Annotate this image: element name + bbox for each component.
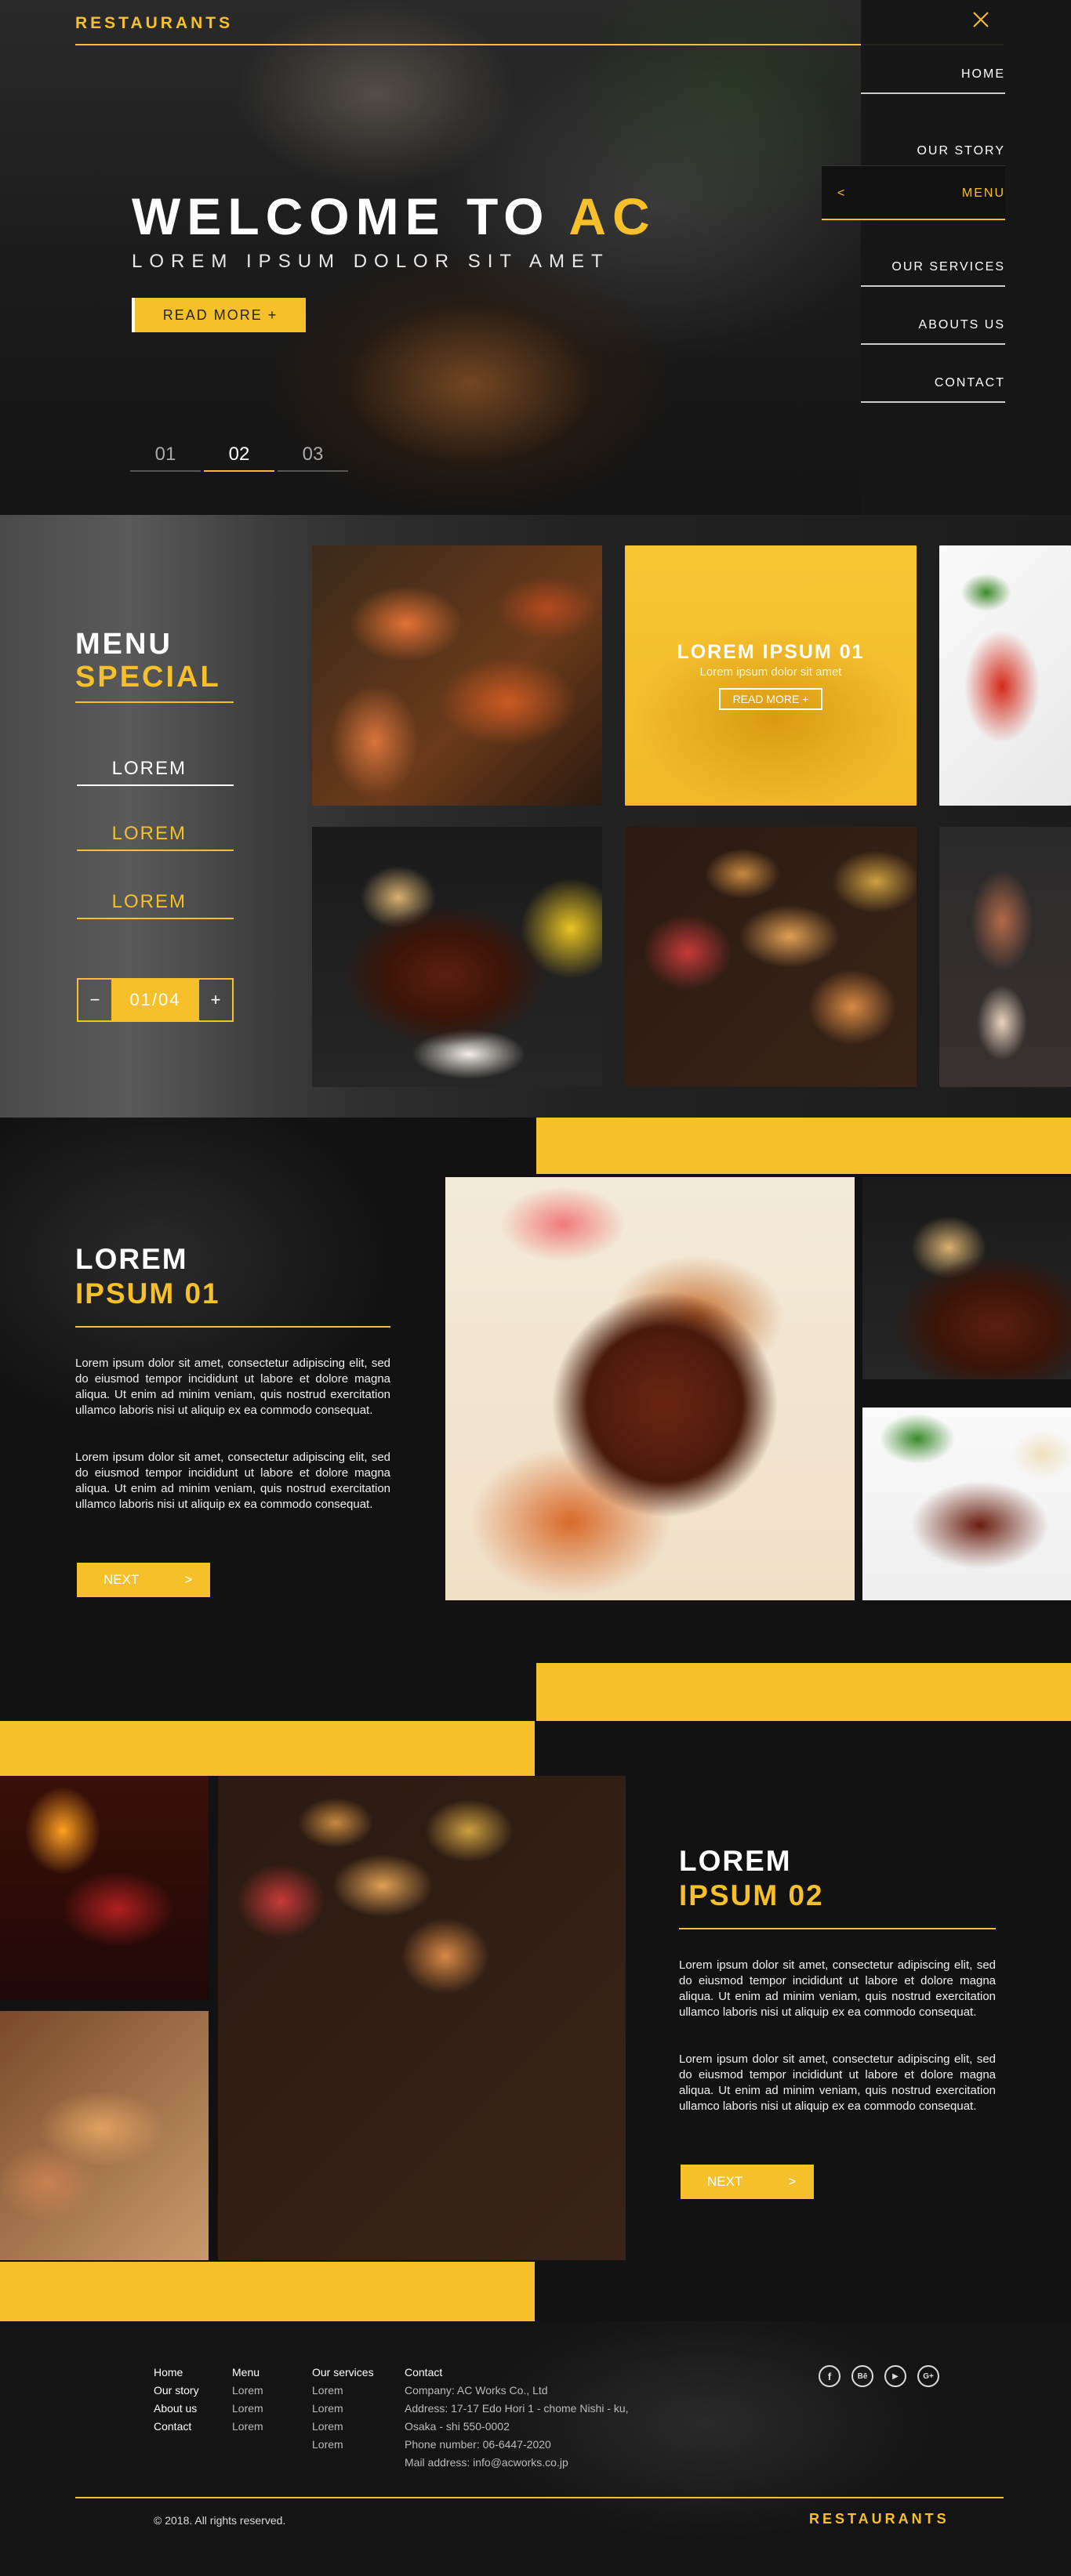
nav-item-our-services[interactable]: OUR SERVICES [861, 260, 1005, 287]
food-image-bbq[interactable] [625, 827, 917, 1087]
footer-email[interactable]: Mail address: info@acworks.co.jp [405, 2454, 629, 2472]
food-image-hamburg-steak[interactable] [862, 1177, 1071, 1379]
site-footer: Home Our story About us Contact Menu Lor… [0, 2321, 1071, 2576]
footer-company: Company: AC Works Co., Ltd [405, 2384, 548, 2397]
hero-section: RESTAURANTS WELCOME TO AC LOREM IPSUM DO… [0, 0, 1071, 515]
section-paragraph-1: Lorem ipsum dolor sit amet, consectetur … [75, 1357, 390, 1417]
food-image-crab[interactable] [312, 545, 602, 806]
food-image-hamburg[interactable] [862, 1408, 1071, 1600]
footer-contact-heading: Contact [405, 2366, 443, 2379]
section-heading: LOREM [679, 1845, 792, 1877]
yellow-band-bottom [536, 1663, 1071, 1721]
chevron-right-icon: > [184, 1572, 193, 1587]
footer-link[interactable]: Lorem [312, 2400, 374, 2418]
menu-pager: − 01/04 + [77, 978, 234, 1022]
section-paragraph-2: Lorem ipsum dolor sit amet, consectetur … [679, 2052, 996, 2113]
footer-link[interactable]: Lorem [232, 2418, 263, 2436]
footer-link[interactable]: Lorem [312, 2436, 374, 2454]
lorem-ipsum-02-section: LOREM IPSUM 02 Lorem ipsum dolor sit ame… [0, 1721, 1071, 2321]
hero-title: WELCOME TO AC [132, 187, 656, 245]
featured-read-more-button[interactable]: READ MORE + [718, 688, 823, 710]
site-logo[interactable]: RESTAURANTS [75, 14, 233, 33]
food-image-lobster[interactable] [939, 545, 1071, 806]
footer-col-main: Home Our story About us Contact [154, 2364, 199, 2436]
footer-col-contact: Contact Company: AC Works Co., Ltd Addre… [405, 2364, 629, 2472]
nav-item-menu[interactable]: < MENU [822, 165, 1005, 220]
lorem-ipsum-01-section: LOREM IPSUM 01 Lorem ipsum dolor sit ame… [0, 1118, 1071, 1721]
nav-item-menu-label: MENU [961, 187, 1005, 200]
hero-subtitle: LOREM IPSUM DOLOR SIT AMET [132, 251, 610, 272]
slide-indicator-3[interactable]: 03 [278, 444, 348, 472]
footer-address-line2: Osaka - shi 550-0002 [405, 2420, 510, 2433]
close-icon[interactable] [972, 11, 989, 28]
section-heading-accent: IPSUM 01 [75, 1277, 220, 1310]
nav-item-contact[interactable]: CONTACT [861, 376, 1005, 403]
featured-subtitle: Lorem ipsum dolor sit amet [699, 665, 842, 679]
footer-link-about-us[interactable]: About us [154, 2400, 199, 2418]
footer-address: Address: 17-17 Edo Hori 1 - chome Nishi … [405, 2402, 629, 2415]
next-label: NEXT [103, 1572, 140, 1587]
food-image-wine[interactable] [939, 827, 1071, 1087]
youtube-icon[interactable]: ▶ [884, 2365, 906, 2387]
yellow-band-top [536, 1118, 1071, 1174]
footer-col-menu: Menu Lorem Lorem Lorem [232, 2364, 263, 2436]
menu-item-2[interactable]: LOREM [77, 823, 234, 851]
food-image-yakiniku[interactable] [218, 1776, 626, 2260]
footer-phone: Phone number: 06-6447-2020 [405, 2438, 551, 2451]
section-heading: LOREM [75, 1243, 188, 1275]
footer-link-our-services[interactable]: Our services [312, 2364, 374, 2382]
footer-link[interactable]: Lorem [312, 2382, 374, 2400]
google-plus-icon[interactable]: G+ [917, 2365, 939, 2387]
yellow-band-top [0, 1721, 535, 1776]
footer-link-our-story[interactable]: Our story [154, 2382, 199, 2400]
copyright: © 2018. All rights reserved. [154, 2514, 286, 2527]
yellow-band-bottom [0, 2262, 535, 2321]
footer-divider [75, 2497, 1004, 2498]
pager-value: 01/04 [113, 980, 198, 1020]
heading-underline [75, 1326, 390, 1328]
food-image-gyoza[interactable] [0, 2011, 209, 2260]
pager-next-button[interactable]: + [198, 980, 232, 1020]
food-image-hamburg-steak[interactable] [312, 827, 602, 1087]
facebook-icon[interactable]: f [819, 2365, 840, 2387]
food-image-steak-closeup[interactable] [445, 1177, 855, 1600]
social-links: f Bē ▶ G+ [819, 2365, 939, 2387]
featured-title: LOREM IPSUM 01 [677, 641, 865, 663]
footer-col-services: Our services Lorem Lorem Lorem Lorem [312, 2364, 374, 2454]
special-heading: SPECIAL [75, 661, 221, 694]
menu-item-1[interactable]: LOREM [77, 758, 234, 786]
footer-logo[interactable]: RESTAURANTS [809, 2511, 949, 2527]
footer-link[interactable]: Lorem [312, 2418, 374, 2436]
footer-link-home[interactable]: Home [154, 2364, 199, 2382]
slide-indicator-2[interactable]: 02 [204, 444, 274, 472]
heading-underline [679, 1928, 996, 1929]
next-button[interactable]: NEXT > [77, 1563, 210, 1597]
next-button[interactable]: NEXT > [681, 2165, 814, 2199]
read-more-button[interactable]: READ MORE + [132, 298, 306, 332]
menu-item-3[interactable]: LOREM [77, 891, 234, 919]
section-paragraph-2: Lorem ipsum dolor sit amet, consectetur … [75, 1451, 390, 1511]
footer-link-contact[interactable]: Contact [154, 2418, 199, 2436]
section-heading-accent: IPSUM 02 [679, 1879, 824, 1911]
footer-link-menu[interactable]: Menu [232, 2364, 263, 2382]
behance-icon[interactable]: Bē [851, 2365, 873, 2387]
heading-underline [75, 701, 234, 703]
chevron-right-icon: > [788, 2174, 797, 2189]
section-paragraph-1: Lorem ipsum dolor sit amet, consectetur … [679, 1958, 996, 2019]
chevron-left-icon: < [837, 187, 845, 200]
nav-panel: HOME OUR STORY < MENU OUR SERVICES ABOUT… [822, 0, 1071, 515]
menu-heading: MENU [75, 628, 172, 661]
footer-link[interactable]: Lorem [232, 2400, 263, 2418]
featured-menu-card[interactable]: LOREM IPSUM 01 Lorem ipsum dolor sit ame… [625, 545, 917, 806]
food-image-grill-fire[interactable] [0, 1776, 209, 2000]
next-label: NEXT [707, 2174, 743, 2189]
nav-item-home[interactable]: HOME [861, 67, 1005, 94]
nav-item-abouts-us[interactable]: ABOUTS US [861, 318, 1005, 345]
pager-prev-button[interactable]: − [78, 980, 113, 1020]
footer-link[interactable]: Lorem [232, 2382, 263, 2400]
slide-indicator-1[interactable]: 01 [130, 444, 201, 472]
